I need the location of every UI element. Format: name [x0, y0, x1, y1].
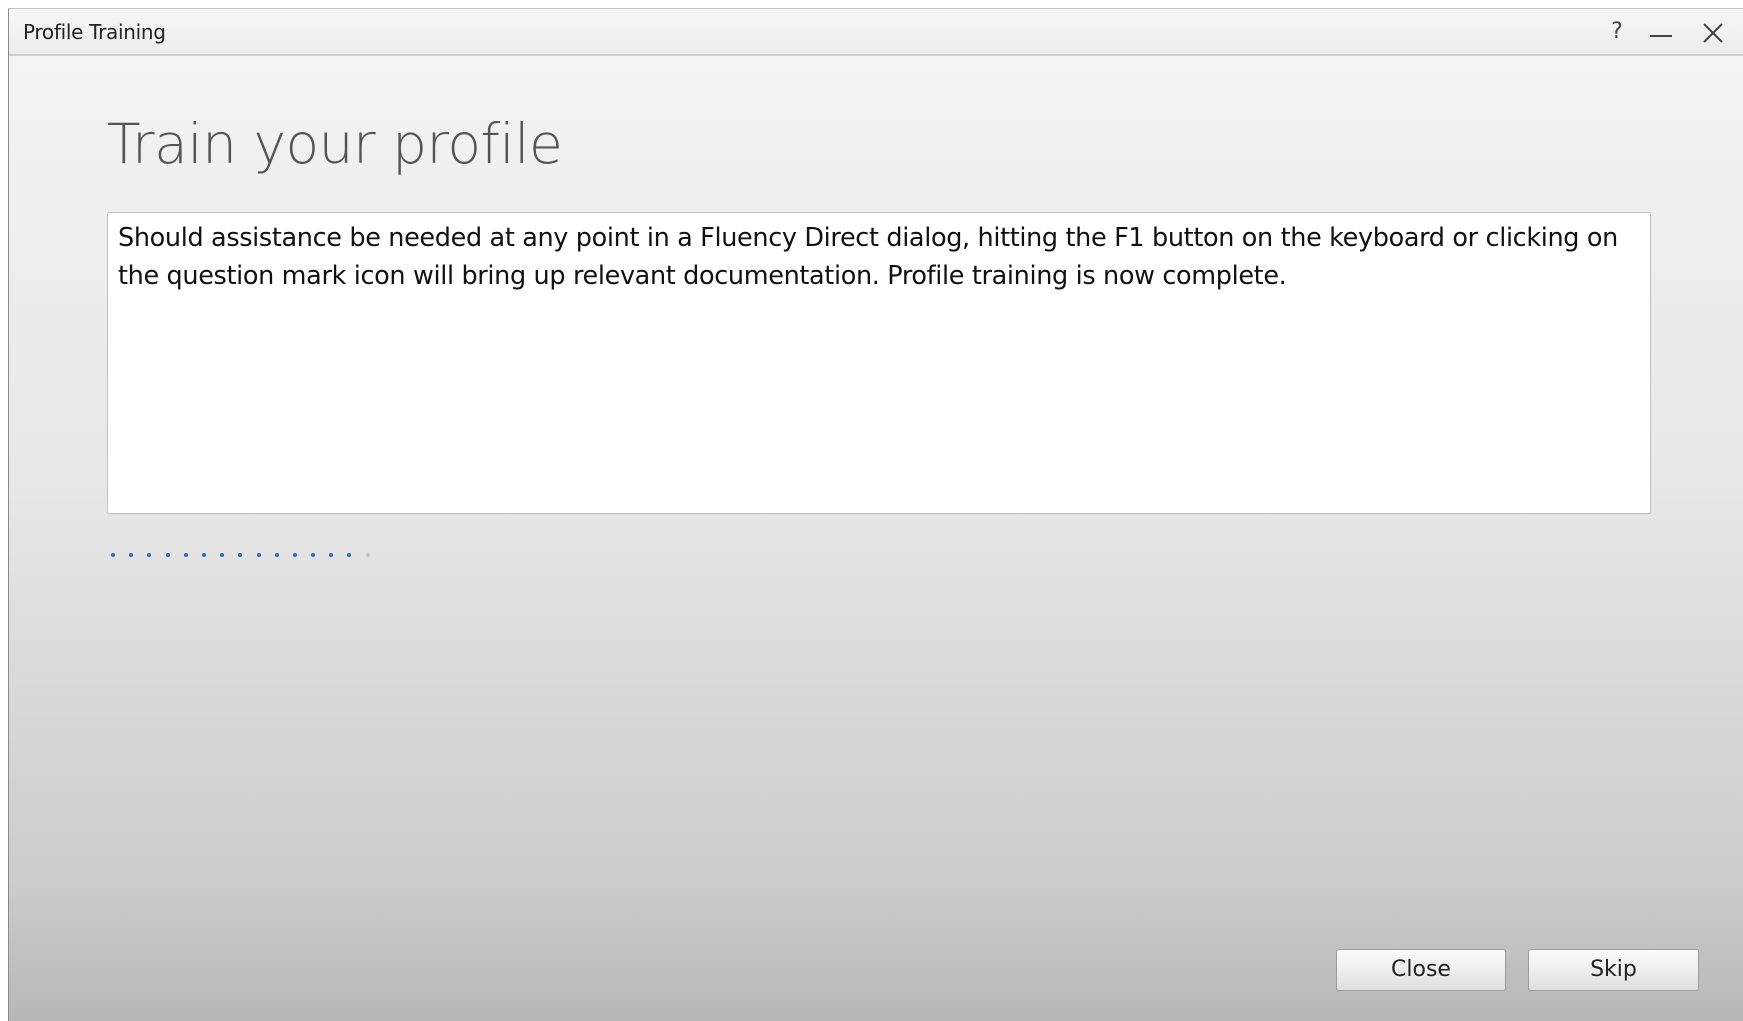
progress-dot-complete: [329, 553, 334, 557]
progress-dot-pending: [365, 553, 370, 557]
close-window-button[interactable]: [1695, 13, 1731, 51]
window-title: Profile Training: [23, 20, 166, 44]
progress-dot-complete: [238, 553, 243, 557]
progress-dot-complete: [274, 553, 279, 557]
instruction-text-box[interactable]: Should assistance be needed at any point…: [107, 212, 1651, 514]
close-icon: [1703, 23, 1723, 43]
progress-dot-complete: [292, 553, 297, 557]
progress-dot-complete: [256, 553, 261, 557]
question-mark-icon: ?: [1611, 19, 1623, 44]
progress-dot-complete: [165, 553, 170, 557]
progress-dot-complete: [129, 553, 134, 557]
help-button[interactable]: ?: [1599, 13, 1635, 51]
page-title: Train your profile: [107, 112, 563, 176]
profile-training-window: Profile Training ? Train your profile Sh…: [8, 8, 1743, 1021]
title-bar[interactable]: Profile Training ?: [9, 9, 1743, 56]
skip-button[interactable]: Skip: [1528, 949, 1699, 991]
progress-dot-complete: [111, 553, 115, 557]
progress-indicator: [111, 553, 384, 561]
progress-dot-complete: [147, 553, 152, 557]
progress-dot-complete: [347, 553, 352, 557]
minimize-button[interactable]: [1643, 13, 1679, 51]
progress-dot-complete: [311, 553, 316, 557]
progress-dot-complete: [220, 553, 225, 557]
progress-dot-complete: [201, 553, 206, 557]
progress-dot-complete: [183, 553, 188, 557]
close-button[interactable]: Close: [1336, 949, 1506, 991]
minimize-icon: [1650, 35, 1672, 37]
